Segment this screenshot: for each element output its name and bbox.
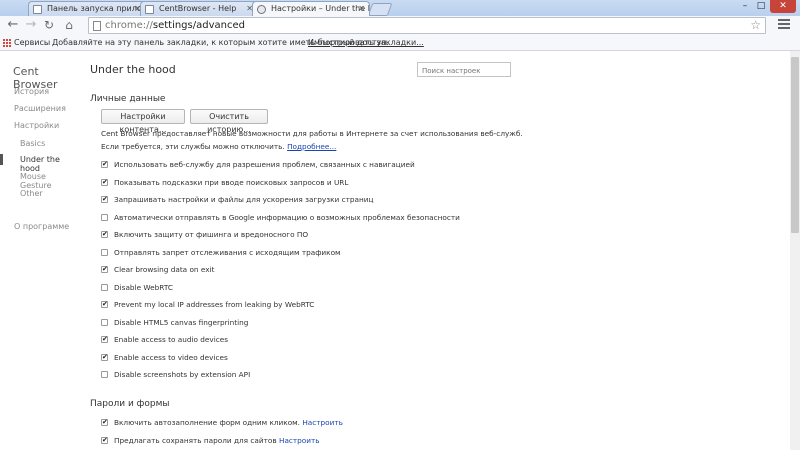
option-label: Prevent my local IP addresses from leaki… — [114, 300, 315, 309]
save-passwords-configure-link[interactable]: Настроить — [279, 436, 320, 445]
sidebar-item-under-the-hood[interactable]: Under the hood — [20, 155, 80, 173]
section-heading-privacy: Личные данные — [90, 94, 166, 104]
section-heading-passwords: Пароли и формы — [90, 399, 170, 409]
option-checkbox[interactable] — [101, 213, 108, 221]
gear-icon — [257, 5, 266, 14]
autofill-checkbox[interactable] — [101, 419, 108, 426]
option-checkbox[interactable] — [101, 196, 108, 203]
page-icon — [33, 5, 42, 14]
option-label: Запрашивать настройки и файлы для ускоре… — [114, 195, 374, 204]
tab-settings[interactable]: Настройки – Under the h ✕ — [252, 1, 370, 16]
maximize-icon[interactable]: □ — [754, 0, 768, 13]
save-passwords-checkbox[interactable] — [101, 437, 108, 444]
scrollbar-thumb[interactable] — [791, 57, 799, 233]
close-tab-icon[interactable]: ✕ — [358, 2, 365, 16]
autofill-configure-link[interactable]: Настроить — [302, 418, 343, 427]
toolbar: ← → ↻ ⌂ chrome://settings/advanced ☆ — [0, 16, 800, 36]
option-checkbox[interactable] — [101, 161, 108, 168]
option-label: Отправлять запрет отслеживания с исходящ… — [114, 247, 341, 257]
option-checkbox[interactable] — [101, 231, 108, 238]
home-icon[interactable]: ⌂ — [62, 18, 76, 32]
sidebar-item-about[interactable]: О программе — [14, 222, 69, 231]
option-label: Включить автозаполнение форм одним клико… — [114, 418, 343, 427]
page-title: Under the hood — [90, 63, 176, 76]
option-checkbox[interactable] — [101, 248, 108, 256]
back-arrow-icon[interactable]: ← — [6, 18, 20, 32]
option-checkbox[interactable] — [101, 353, 108, 361]
search-settings-input[interactable] — [417, 62, 511, 77]
option-label: Disable screenshots by extension API — [114, 370, 251, 379]
option-label: Disable WebRTC — [114, 282, 173, 292]
option-checkbox[interactable] — [101, 283, 108, 291]
sidebar-item-history[interactable]: История — [14, 87, 49, 96]
url-text: chrome://settings/advanced — [105, 20, 245, 31]
bookmark-star-icon[interactable]: ☆ — [750, 18, 761, 33]
sidebar-item-settings[interactable]: Настройки — [14, 121, 59, 130]
tab-title: CentBrowser - Help — [159, 4, 237, 13]
option-checkbox[interactable] — [101, 266, 108, 273]
option-label: Enable access to video devices — [114, 352, 228, 362]
title-bar: Панель запуска прилож ✕ CentBrowser - He… — [0, 0, 800, 16]
sidebar-item-basics[interactable]: Basics — [20, 139, 45, 148]
option-label: Автоматически отправлять в Google информ… — [114, 212, 460, 222]
reload-icon[interactable]: ↻ — [42, 18, 56, 32]
sidebar-item-extensions[interactable]: Расширения — [14, 104, 66, 113]
option-label: Предлагать сохранять пароли для сайтов Н… — [114, 436, 320, 445]
import-bookmarks-link[interactable]: Импортировать закладки... — [308, 36, 424, 49]
tab-centbrowser-help[interactable]: CentBrowser - Help ✕ — [140, 1, 258, 16]
menu-icon[interactable] — [778, 19, 790, 31]
clear-history-button[interactable]: Очистить историю... — [190, 109, 268, 134]
apps-icon — [3, 39, 11, 47]
new-tab-button[interactable] — [367, 3, 393, 16]
settings-sidebar: Cent Browser История Расширения Настройк… — [0, 51, 80, 450]
content-settings-button[interactable]: Настройки контента... — [101, 109, 185, 134]
option-label: Clear browsing data on exit — [114, 265, 215, 274]
option-label: Enable access to audio devices — [114, 335, 229, 344]
option-label: Показывать подсказки при вводе поисковых… — [114, 177, 349, 187]
scrollbar[interactable] — [790, 51, 800, 450]
privacy-description: Cent Browser предоставляет новые возможн… — [101, 129, 523, 138]
privacy-description-2: Если требуется, эти службы можно отключи… — [101, 142, 337, 151]
page-icon — [145, 5, 154, 14]
learn-more-link[interactable]: Подробнее... — [287, 142, 336, 151]
option-checkbox[interactable] — [101, 371, 108, 378]
active-indicator — [0, 154, 3, 165]
option-checkbox[interactable] — [101, 301, 108, 308]
option-checkbox[interactable] — [101, 178, 108, 186]
sidebar-item-other[interactable]: Other — [20, 189, 43, 198]
option-label: Включить защиту от фишинга и вредоносног… — [114, 230, 309, 239]
option-label: Disable HTML5 canvas fingerprinting — [114, 317, 249, 327]
close-window-icon[interactable]: ✕ — [770, 0, 796, 13]
bookmarks-bar: Сервисы Добавляйте на эту панель закладк… — [0, 36, 800, 51]
minimize-icon[interactable]: – — [738, 0, 752, 13]
sidebar-item-mouse-gesture[interactable]: Mouse Gesture — [20, 172, 80, 190]
tab-title: Настройки – Under the h — [271, 4, 370, 13]
option-checkbox[interactable] — [101, 336, 108, 343]
apps-shortcut[interactable]: Сервисы — [14, 36, 50, 49]
address-bar[interactable]: chrome://settings/advanced ☆ — [88, 17, 766, 34]
tab-title: Панель запуска прилож — [47, 4, 146, 13]
option-label: Использовать веб-службу для разрешения п… — [114, 160, 415, 169]
tab-app-launcher[interactable]: Панель запуска прилож ✕ — [28, 1, 146, 16]
page-icon — [93, 21, 101, 31]
forward-arrow-icon[interactable]: → — [24, 18, 38, 32]
settings-main: Under the hood Личные данные Настройки к… — [90, 51, 790, 450]
option-checkbox[interactable] — [101, 318, 108, 326]
